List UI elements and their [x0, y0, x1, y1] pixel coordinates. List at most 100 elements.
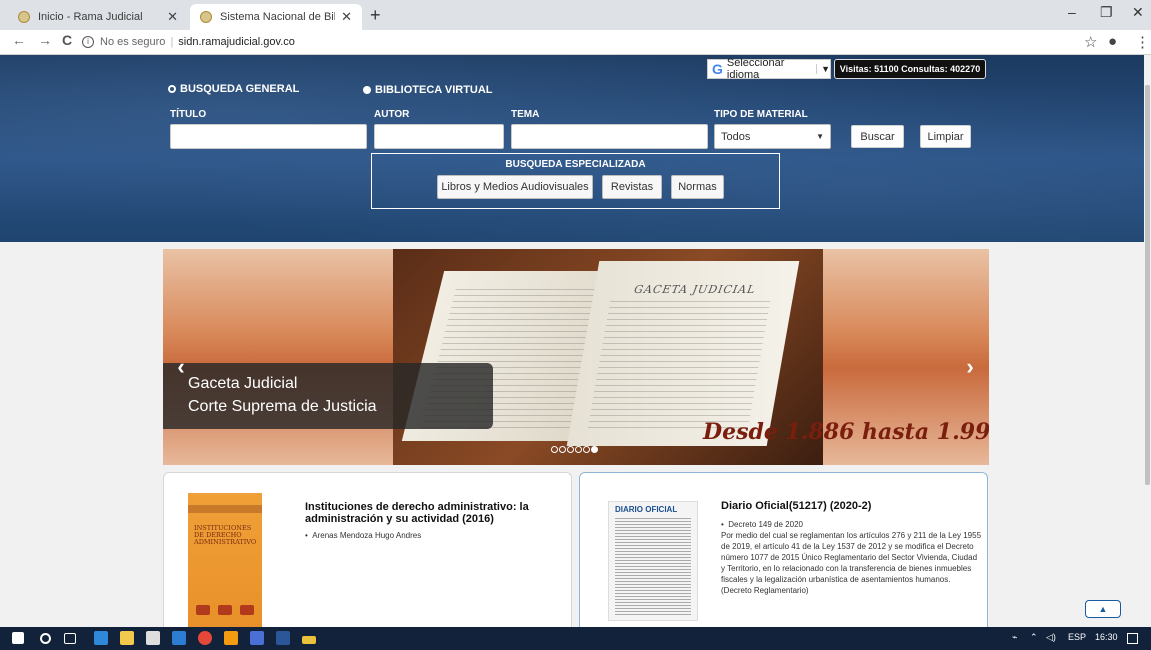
publisher-logos	[196, 605, 254, 615]
site-favicon-icon	[18, 11, 30, 23]
app-icon[interactable]	[224, 631, 238, 645]
normas-button[interactable]: Normas	[671, 175, 724, 199]
minimize-button[interactable]: –	[1068, 4, 1076, 20]
word-icon[interactable]	[276, 631, 290, 645]
buscar-button[interactable]: Buscar	[851, 125, 904, 148]
text-lines	[615, 518, 691, 616]
next-slide-icon[interactable]: ›	[956, 352, 984, 382]
chevron-down-icon: ▼	[816, 64, 830, 74]
titulo-input[interactable]	[170, 124, 367, 149]
site-favicon-icon	[200, 11, 212, 23]
language-selector[interactable]: G Seleccionar idioma ▼	[707, 57, 831, 81]
diario-card[interactable]: DIARIO OFICIAL Diario Oficial(51217) (20…	[579, 472, 988, 632]
slide-indicators	[551, 446, 599, 453]
close-window-button[interactable]: ✕	[1132, 4, 1144, 21]
slide-dot[interactable]	[591, 446, 598, 453]
diario-logo: DIARIO OFICIAL	[615, 505, 678, 514]
card-title[interactable]: Diario Oficial(51217) (2020-2)	[721, 500, 971, 512]
slide-dot[interactable]	[575, 446, 582, 453]
busqueda-especializada-box: BUSQUEDA ESPECIALIZADA Libros y Medios A…	[371, 153, 780, 209]
store-icon[interactable]	[146, 631, 160, 645]
browser-tab-bar: Inicio - Rama Judicial ✕ Sistema Naciona…	[0, 0, 1151, 30]
label-titulo: TÍTULO	[170, 109, 207, 120]
label-tema: TEMA	[511, 109, 540, 120]
revistas-button[interactable]: Revistas	[602, 175, 662, 199]
book-heading: GACETA JUDICIAL	[633, 283, 757, 296]
card-title[interactable]: Instituciones de derecho administrativo:…	[305, 501, 545, 525]
clock[interactable]: 16:30	[1095, 632, 1118, 642]
url-omnibox[interactable]: i No es seguro | sidn.ramajudicial.gov.c…	[82, 32, 295, 52]
radio-biblioteca-virtual[interactable]: BIBLIOTECA VIRTUAL	[363, 84, 493, 96]
input-language[interactable]: ESP	[1068, 632, 1086, 642]
diario-cover-image[interactable]: DIARIO OFICIAL	[608, 501, 698, 621]
task-view-icon[interactable]	[64, 633, 76, 644]
card-description: Por medio del cual se reglamentan los ar…	[721, 531, 982, 595]
chevron-down-icon: ▼	[816, 132, 824, 141]
tab-title: Sistema Nacional de Bibliotecas	[220, 11, 335, 23]
close-tab-icon[interactable]: ✕	[167, 9, 178, 25]
slide-dot[interactable]	[583, 446, 590, 453]
label-tipo-material: TIPO DE MATERIAL	[714, 109, 808, 120]
app-icon[interactable]	[302, 636, 316, 644]
file-explorer-icon[interactable]	[120, 631, 134, 645]
app-icon[interactable]	[250, 631, 264, 645]
reload-icon[interactable]: C	[62, 32, 72, 48]
start-icon[interactable]	[12, 632, 24, 644]
radio-busqueda-general[interactable]: BUSQUEDA GENERAL	[168, 83, 299, 95]
scroll-top-button[interactable]: ▲	[1085, 600, 1121, 618]
maximize-button[interactable]: ❐	[1100, 4, 1113, 21]
text-lines	[587, 301, 771, 431]
separator: |	[170, 36, 174, 48]
tab-title: Inicio - Rama Judicial	[38, 11, 143, 23]
new-tab-button[interactable]: +	[370, 5, 381, 26]
windows-taskbar: ⌁ ⌃ ◁) ESP 16:30	[0, 627, 1151, 650]
language-label: Seleccionar idioma	[726, 57, 785, 81]
prev-slide-icon[interactable]: ‹	[167, 352, 195, 382]
banner-caption: Gaceta Judicial Corte Suprema de Justici…	[163, 363, 493, 429]
forward-icon[interactable]: →	[38, 32, 52, 48]
scrollbar-thumb[interactable]	[1145, 85, 1150, 485]
profile-icon[interactable]: ●	[1108, 33, 1117, 50]
banner-slider[interactable]: GACETA JUDICIAL Gaceta Judicial Corte Su…	[163, 249, 989, 465]
book-cover-image[interactable]: INSTITUCIONES DE DERECHO ADMINISTRATIVO	[188, 493, 262, 631]
cover-title: INSTITUCIONES DE DERECHO ADMINISTRATIVO	[194, 524, 257, 546]
slide-dot[interactable]	[567, 446, 574, 453]
select-value: Todos	[721, 130, 751, 143]
browser-tab-bibliotecas[interactable]: Sistema Nacional de Bibliotecas ✕	[190, 4, 362, 30]
edge-icon[interactable]	[94, 631, 108, 645]
page-scrollbar[interactable]	[1144, 55, 1151, 627]
security-label: No es seguro	[100, 36, 166, 48]
card-subtitle: • Decreto 149 de 2020	[721, 520, 803, 529]
caption-line-1: Gaceta Judicial	[188, 375, 298, 392]
browser-tab-inicio[interactable]: Inicio - Rama Judicial ✕	[8, 4, 188, 30]
browser-menu-icon[interactable]: ⋮	[1135, 33, 1150, 51]
bookmark-star-icon[interactable]: ☆	[1084, 33, 1097, 51]
back-icon[interactable]: ←	[12, 32, 26, 48]
book-card[interactable]: INSTITUCIONES DE DERECHO ADMINISTRATIVO …	[163, 472, 572, 632]
limpiar-button[interactable]: Limpiar	[920, 125, 971, 148]
mail-icon[interactable]	[172, 631, 186, 645]
radio-icon	[363, 86, 371, 94]
chevron-up-icon[interactable]: ⌃	[1030, 632, 1038, 643]
tipo-material-select[interactable]: Todos ▼	[714, 124, 831, 149]
close-tab-icon[interactable]: ✕	[341, 9, 352, 25]
address-bar: ← → C i No es seguro | sidn.ramajudicial…	[0, 30, 1151, 55]
card-author: • Arenas Mendoza Hugo Andres	[305, 531, 422, 540]
visits-counter: Visitas: 51100 Consultas: 402270	[834, 59, 986, 79]
search-icon[interactable]	[40, 633, 51, 644]
network-icon[interactable]: ⌁	[1012, 632, 1017, 643]
autor-input[interactable]	[374, 124, 504, 149]
banner-tagline: Desde 1.886 hasta 1.999	[703, 419, 989, 445]
slide-dot[interactable]	[559, 446, 566, 453]
chrome-icon[interactable]	[198, 631, 212, 645]
slide-dot[interactable]	[551, 446, 558, 453]
tema-input[interactable]	[511, 124, 708, 149]
cover-stripe	[188, 505, 262, 513]
caption-line-2: Corte Suprema de Justicia	[188, 398, 377, 415]
volume-icon[interactable]: ◁)	[1046, 632, 1056, 643]
notifications-icon[interactable]	[1127, 633, 1138, 644]
radio-label: BUSQUEDA GENERAL	[180, 83, 300, 95]
libros-medios-button[interactable]: Libros y Medios Audiovisuales	[437, 175, 593, 199]
info-icon[interactable]: i	[82, 36, 94, 48]
url-text: sidn.ramajudicial.gov.co	[178, 36, 295, 48]
